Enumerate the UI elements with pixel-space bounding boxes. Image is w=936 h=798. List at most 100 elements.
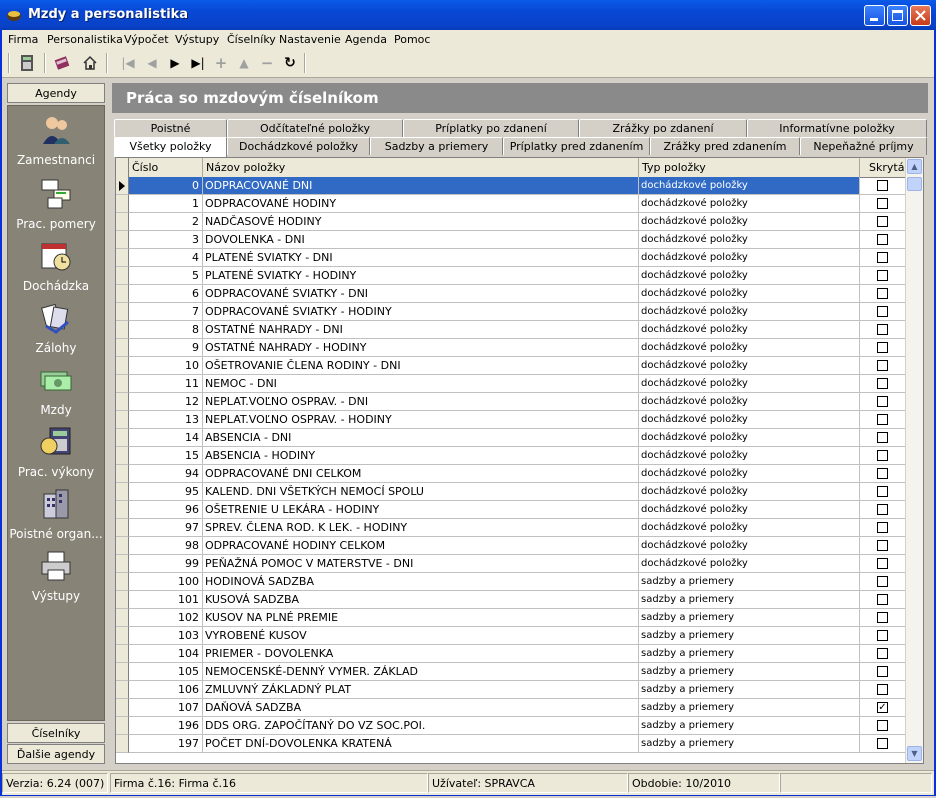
column-header-typ[interactable]: Typ položky bbox=[639, 158, 860, 177]
hidden-checkbox[interactable] bbox=[877, 306, 888, 317]
cell-cislo[interactable]: 0 bbox=[129, 177, 203, 195]
cell-typ[interactable]: dochádzkové položky bbox=[639, 411, 860, 429]
table-row[interactable]: 106 ZMLUVNÝ ZÁKLADNÝ PLAT sadzby a priemer… bbox=[116, 681, 908, 699]
cell-typ[interactable]: dochádzkové položky bbox=[639, 501, 860, 519]
hidden-checkbox[interactable] bbox=[877, 576, 888, 587]
cell-nazov[interactable]: NEPLAT.VOĽNO OSPRAV. - DNI bbox=[203, 393, 639, 411]
cell-nazov[interactable]: NADČASOVÉ HODINY bbox=[203, 213, 639, 231]
cell-nazov[interactable]: ABSENCIA - HODINY bbox=[203, 447, 639, 465]
sidebar-item-zamestnanci[interactable]: Zamestnanci bbox=[8, 114, 104, 167]
cell-cislo[interactable]: 103 bbox=[129, 627, 203, 645]
cell-nazov[interactable]: ODPRACOVANÉ DNI CELKOM bbox=[203, 465, 639, 483]
sidebar-item-mzdy[interactable]: Mzdy bbox=[8, 364, 104, 417]
cell-cislo[interactable]: 95 bbox=[129, 483, 203, 501]
hidden-checkbox[interactable] bbox=[877, 180, 888, 191]
tab-informativne-polozky[interactable]: Informatívne položky bbox=[747, 119, 927, 137]
cell-nazov[interactable]: ZMLUVNÝ ZÁKLADNÝ PLAT bbox=[203, 681, 639, 699]
cell-nazov[interactable]: KUSOV NA PLNÉ PREMIE bbox=[203, 609, 639, 627]
hidden-checkbox[interactable] bbox=[877, 738, 888, 749]
table-row[interactable]: 15 ABSENCIA - HODINY dochádzkové položky bbox=[116, 447, 908, 465]
tab-priplatky-pred-zdanenim[interactable]: Príplatky pred zdanením bbox=[503, 137, 650, 155]
cell-cislo[interactable]: 7 bbox=[129, 303, 203, 321]
edit-record-button[interactable]: ▲ bbox=[234, 53, 254, 73]
table-row[interactable]: 12 NEPLAT.VOĽNO OSPRAV. - DNI dochádzkové … bbox=[116, 393, 908, 411]
calculator-button[interactable] bbox=[17, 53, 37, 73]
hidden-checkbox[interactable] bbox=[877, 288, 888, 299]
cell-typ[interactable]: dochádzkové položky bbox=[639, 375, 860, 393]
hidden-checkbox[interactable] bbox=[877, 252, 888, 263]
minimize-button[interactable] bbox=[864, 5, 885, 26]
tab-poistne[interactable]: Poistné bbox=[114, 119, 227, 137]
hidden-checkbox[interactable] bbox=[877, 432, 888, 443]
menu-vypocet[interactable]: Výpočet bbox=[124, 33, 169, 46]
hidden-checkbox[interactable] bbox=[877, 648, 888, 659]
hidden-checkbox[interactable] bbox=[877, 540, 888, 551]
prev-record-button[interactable]: ◀ bbox=[142, 53, 162, 73]
cell-typ[interactable]: dochádzkové položky bbox=[639, 447, 860, 465]
table-row[interactable]: 94 ODPRACOVANÉ DNI CELKOM dochádzkové polo… bbox=[116, 465, 908, 483]
cell-cislo[interactable]: 197 bbox=[129, 735, 203, 753]
cell-cislo[interactable]: 98 bbox=[129, 537, 203, 555]
cell-cislo[interactable]: 14 bbox=[129, 429, 203, 447]
cell-cislo[interactable]: 94 bbox=[129, 465, 203, 483]
hidden-checkbox[interactable] bbox=[877, 234, 888, 245]
cell-cislo[interactable]: 12 bbox=[129, 393, 203, 411]
last-record-button[interactable]: ▶| bbox=[188, 53, 208, 73]
books-button[interactable] bbox=[52, 53, 72, 73]
cell-nazov[interactable]: PLATENÉ SVIATKY - HODINY bbox=[203, 267, 639, 285]
table-row[interactable]: 6 ODPRACOVANÉ SVIATKY - DNI dochádzkové po… bbox=[116, 285, 908, 303]
cell-typ[interactable]: dochádzkové položky bbox=[639, 429, 860, 447]
sidebar-ciselniky[interactable]: Číselníky bbox=[7, 723, 105, 743]
sidebar-item-prac-vykony[interactable]: Prac. výkony bbox=[8, 426, 104, 479]
sidebar-item-vystupy[interactable]: Výstupy bbox=[8, 550, 104, 603]
cell-cislo[interactable]: 105 bbox=[129, 663, 203, 681]
cell-nazov[interactable]: KUSOVÁ SADZBA bbox=[203, 591, 639, 609]
table-row[interactable]: 95 KALEND. DNI VŠETKÝCH NEMOCÍ SPOLU dochá… bbox=[116, 483, 908, 501]
cell-cislo[interactable]: 101 bbox=[129, 591, 203, 609]
cell-nazov[interactable]: POČET DNÍ-DOVOLENKA KRATENÁ bbox=[203, 735, 639, 753]
tab-zrazky-po-zdaneni[interactable]: Zrážky po zdanení bbox=[579, 119, 747, 137]
hidden-checkbox[interactable] bbox=[877, 486, 888, 497]
cell-nazov[interactable]: HODINOVÁ SADZBA bbox=[203, 573, 639, 591]
cell-typ[interactable]: dochádzkové položky bbox=[639, 519, 860, 537]
next-record-button[interactable]: ▶ bbox=[165, 53, 185, 73]
hidden-checkbox[interactable] bbox=[877, 396, 888, 407]
cell-typ[interactable]: dochádzkové položky bbox=[639, 537, 860, 555]
hidden-checkbox[interactable] bbox=[877, 270, 888, 281]
hidden-checkbox[interactable] bbox=[877, 216, 888, 227]
menu-personalistika[interactable]: Personalistika bbox=[47, 33, 123, 46]
sidebar-header[interactable]: Agendy bbox=[7, 83, 105, 103]
cell-cislo[interactable]: 2 bbox=[129, 213, 203, 231]
cell-typ[interactable]: sadzby a priemery bbox=[639, 735, 860, 753]
cell-typ[interactable]: sadzby a priemery bbox=[639, 573, 860, 591]
table-row[interactable]: 3 DOVOLENKA - DNI dochádzkové položky bbox=[116, 231, 908, 249]
tab-dochadzkove-polozky[interactable]: Dochádzkové položky bbox=[227, 137, 370, 155]
cell-cislo[interactable]: 15 bbox=[129, 447, 203, 465]
table-row[interactable]: 13 NEPLAT.VOĽNO OSPRAV. - HODINY dochádzko… bbox=[116, 411, 908, 429]
cell-cislo[interactable]: 96 bbox=[129, 501, 203, 519]
sidebar-item-dochadzka[interactable]: Dochádzka bbox=[8, 240, 104, 293]
tab-odcitatelne-polozky[interactable]: Odčítateľné položky bbox=[227, 119, 403, 137]
cell-cislo[interactable]: 196 bbox=[129, 717, 203, 735]
cell-cislo[interactable]: 8 bbox=[129, 321, 203, 339]
cell-nazov[interactable]: ODPRACOVANÉ SVIATKY - HODINY bbox=[203, 303, 639, 321]
table-row[interactable]: 7 ODPRACOVANÉ SVIATKY - HODINY dochádzkové… bbox=[116, 303, 908, 321]
tab-zrazky-pred-zdanenim[interactable]: Zrážky pred zdanením bbox=[650, 137, 800, 155]
cell-cislo[interactable]: 9 bbox=[129, 339, 203, 357]
cell-cislo[interactable]: 6 bbox=[129, 285, 203, 303]
cell-nazov[interactable]: PLATENÉ SVIATKY - DNI bbox=[203, 249, 639, 267]
cell-typ[interactable]: sadzby a priemery bbox=[639, 681, 860, 699]
cell-typ[interactable]: sadzby a priemery bbox=[639, 717, 860, 735]
cell-typ[interactable]: dochádzkové položky bbox=[639, 267, 860, 285]
cell-typ[interactable]: sadzby a priemery bbox=[639, 699, 860, 717]
table-row[interactable]: 101 KUSOVÁ SADZBA sadzby a priemery bbox=[116, 591, 908, 609]
sidebar-item-poistne-organ[interactable]: Poistné organ... bbox=[8, 488, 104, 541]
hidden-checkbox[interactable] bbox=[877, 594, 888, 605]
hidden-checkbox[interactable] bbox=[877, 468, 888, 479]
cell-cislo[interactable]: 106 bbox=[129, 681, 203, 699]
cell-nazov[interactable]: DDS ORG. ZAPOČÍTANÝ DO VZ SOC.POI. bbox=[203, 717, 639, 735]
cell-nazov[interactable]: NEPLAT.VOĽNO OSPRAV. - HODINY bbox=[203, 411, 639, 429]
hidden-checkbox[interactable] bbox=[877, 198, 888, 209]
cell-cislo[interactable]: 97 bbox=[129, 519, 203, 537]
table-row[interactable]: 99 PEŇAŽNÁ POMOC V MATERSTVE - DNI dochádz… bbox=[116, 555, 908, 573]
